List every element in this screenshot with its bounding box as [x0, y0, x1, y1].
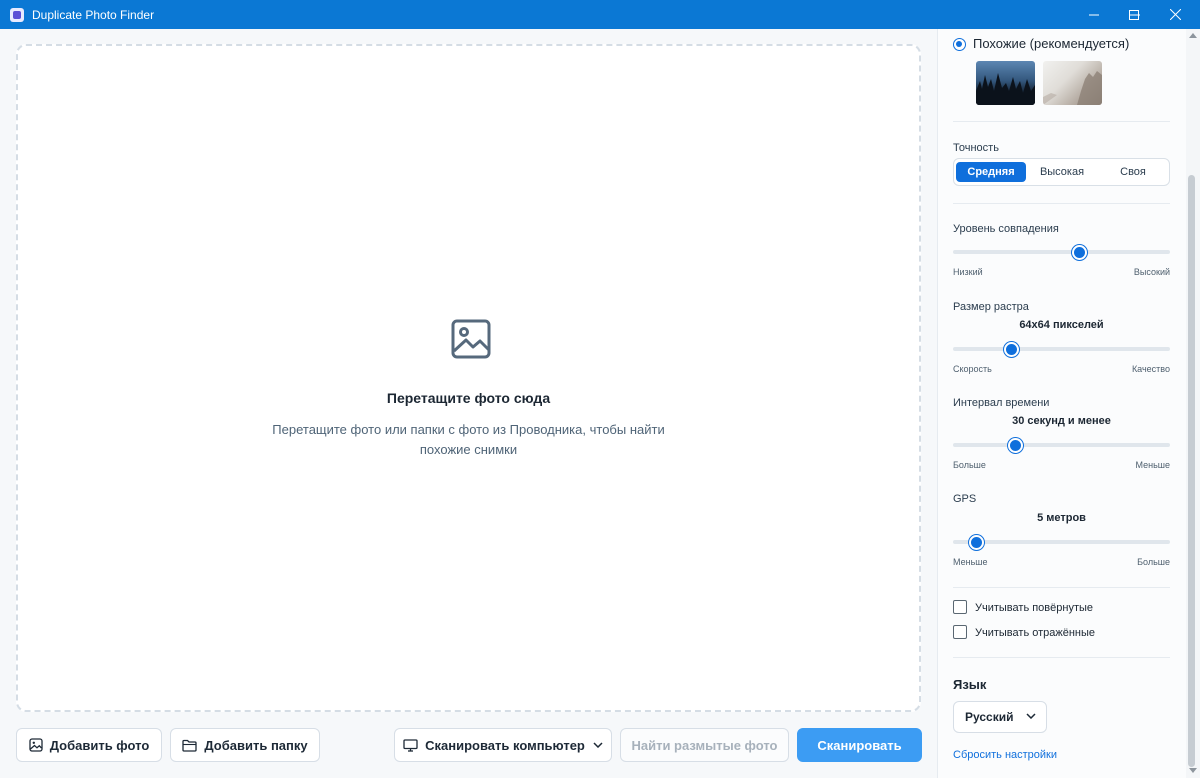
add-folder-button[interactable]: Добавить папку: [170, 728, 320, 762]
minimize-button-2[interactable]: [1075, 0, 1113, 29]
raster-size-slider-handle[interactable]: [1003, 342, 1019, 357]
match-level-min-label: Низкий: [953, 267, 983, 277]
maximize-icon: [1129, 9, 1139, 20]
chevron-down-icon: [593, 742, 603, 748]
scroll-up-icon[interactable]: [1189, 33, 1197, 38]
accuracy-option-high[interactable]: Высокая: [1027, 162, 1097, 182]
gps-slider[interactable]: [953, 540, 1170, 544]
minimize-icon: [1089, 14, 1099, 15]
monitor-icon: [403, 738, 418, 752]
scan-computer-label: Сканировать компьютер: [425, 737, 585, 753]
folder-icon: [182, 739, 198, 752]
app-logo-icon: [10, 7, 24, 22]
consider-rotated-checkbox[interactable]: [953, 600, 967, 614]
chevron-down-icon: [1026, 713, 1036, 719]
sample-photo-fog: [1043, 61, 1102, 105]
raster-size-value: 64x64 пикселей: [1019, 319, 1104, 331]
scan-label: Сканировать: [817, 737, 902, 753]
scan-computer-button[interactable]: Сканировать компьютер: [394, 728, 612, 762]
raster-size-slider[interactable]: [953, 347, 1170, 351]
scroll-down-icon[interactable]: [1189, 768, 1197, 773]
language-select-value: Русский: [965, 710, 1014, 724]
image-icon: [451, 319, 491, 359]
time-interval-slider-handle[interactable]: [1007, 438, 1023, 453]
match-level-max-label: Высокий: [1133, 267, 1170, 277]
match-level-slider[interactable]: [953, 250, 1170, 254]
accuracy-option-medium[interactable]: Средняя: [956, 162, 1026, 182]
divider: [953, 203, 1170, 204]
raster-size-min-label: Скорость: [953, 364, 992, 374]
gps-label: GPS: [953, 493, 977, 505]
dropzone-title: Перетащите фото сюда: [386, 390, 551, 406]
raster-size-max-label: Качество: [1131, 364, 1170, 374]
time-interval-label: Интервал времени: [953, 397, 1050, 409]
divider: [953, 657, 1170, 658]
time-interval-min-label: Больше: [953, 460, 986, 470]
divider: [953, 587, 1170, 588]
dropzone-subtitle: Перетащите фото или папки с фото из Пров…: [18, 420, 919, 460]
time-interval-max-label: Меньше: [1135, 460, 1171, 470]
gps-min-label: Меньше: [953, 557, 988, 567]
consider-rotated-label: Учитывать повёрнутые: [975, 602, 1094, 614]
add-folder-label: Добавить папку: [204, 737, 308, 753]
sample-photo-forest: [976, 61, 1035, 105]
scrollbar-thumb[interactable]: [1188, 175, 1195, 767]
time-interval-slider[interactable]: [953, 443, 1170, 447]
language-select[interactable]: Русский: [953, 701, 1047, 733]
dropzone-subtitle-line1: Перетащите фото или папки с фото из Пров…: [272, 422, 665, 437]
scan-button[interactable]: Сканировать: [797, 728, 922, 762]
image-icon: [29, 738, 43, 752]
similar-mode-radio[interactable]: [953, 38, 966, 51]
accuracy-option-custom[interactable]: Своя: [1098, 162, 1168, 182]
reset-settings-link[interactable]: Сбросить настройки: [953, 749, 1057, 761]
find-blurry-label: Найти размытые фото: [631, 737, 778, 753]
add-photo-button[interactable]: Добавить фото: [16, 728, 162, 762]
consider-mirrored-checkbox[interactable]: [953, 625, 967, 639]
find-blurry-button[interactable]: Найти размытые фото: [620, 728, 789, 762]
similar-mode-label: Похожие (рекомендуется): [973, 36, 1130, 51]
consider-mirrored-label: Учитывать отражённые: [975, 627, 1096, 639]
add-photo-label: Добавить фото: [49, 737, 150, 753]
window-title: Duplicate Photo Finder: [32, 7, 155, 22]
title-bar: Duplicate Photo Finder: [0, 0, 1200, 29]
accuracy-label: Точность: [953, 142, 999, 154]
language-label: Язык: [953, 677, 987, 692]
accuracy-segmented-control: Средняя Высокая Своя: [953, 158, 1170, 186]
maximize-button[interactable]: [1115, 0, 1153, 29]
close-button[interactable]: [1155, 0, 1195, 29]
raster-size-label: Размер растра: [953, 301, 1029, 313]
dropzone-subtitle-line2: похожие снимки: [419, 442, 518, 457]
divider: [953, 121, 1170, 122]
main-area: Перетащите фото сюда Перетащите фото или…: [0, 29, 937, 778]
gps-max-label: Больше: [1137, 557, 1170, 567]
photo-dropzone[interactable]: Перетащите фото сюда Перетащите фото или…: [16, 44, 921, 712]
match-level-label: Уровень совпадения: [953, 223, 1059, 235]
close-icon: [1169, 9, 1181, 20]
time-interval-value: 30 секунд и менее: [1012, 415, 1111, 427]
gps-value: 5 метров: [1037, 512, 1086, 524]
